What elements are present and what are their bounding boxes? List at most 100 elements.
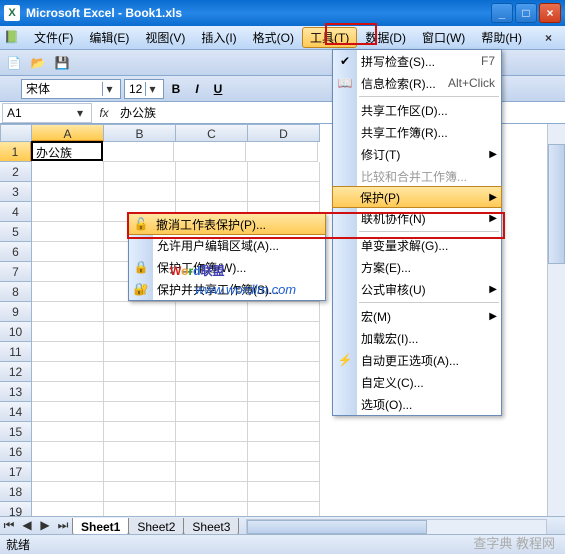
row-header[interactable]: 2 <box>0 162 32 182</box>
menu-macro[interactable]: 宏(M) ▶ <box>333 305 501 327</box>
cell[interactable] <box>248 342 320 362</box>
col-header[interactable]: D <box>248 124 320 142</box>
cell[interactable] <box>32 162 104 182</box>
italic-button[interactable]: I <box>188 79 206 99</box>
tab-prev-icon[interactable]: ◀ <box>18 518 36 536</box>
cell[interactable] <box>248 362 320 382</box>
cell[interactable] <box>104 162 176 182</box>
cell[interactable] <box>104 442 176 462</box>
cell[interactable] <box>176 442 248 462</box>
menu-customize[interactable]: 自定义(C)... <box>333 371 501 393</box>
menu-spellcheck[interactable]: ✔ 拼写检查(S)... F7 <box>333 50 501 72</box>
tab-first-icon[interactable]: ⏮ <box>0 518 18 536</box>
cell[interactable] <box>176 462 248 482</box>
row-header[interactable]: 13 <box>0 382 32 402</box>
cell[interactable] <box>104 362 176 382</box>
chevron-down-icon[interactable]: ▾ <box>102 82 116 96</box>
underline-button[interactable]: U <box>209 79 227 99</box>
cell[interactable] <box>32 422 104 442</box>
cell[interactable] <box>248 322 320 342</box>
close-doc-button[interactable]: × <box>545 31 561 45</box>
menu-online-collab[interactable]: 联机协作(N) ▶ <box>333 207 501 229</box>
cell[interactable] <box>32 302 104 322</box>
menu-formula-auditing[interactable]: 公式审核(U) ▶ <box>333 278 501 300</box>
cell[interactable] <box>32 402 104 422</box>
menu-file[interactable]: 文件(F) <box>26 27 81 48</box>
sheet-tab-3[interactable]: Sheet3 <box>183 518 239 536</box>
cell[interactable] <box>32 442 104 462</box>
row-header[interactable]: 12 <box>0 362 32 382</box>
cell[interactable] <box>32 282 104 302</box>
cell[interactable] <box>176 162 248 182</box>
menu-share-workbook[interactable]: 共享工作簿(R)... <box>333 121 501 143</box>
font-size-select[interactable]: 12 ▾ <box>124 79 164 99</box>
menu-autocorrect[interactable]: ⚡ 自动更正选项(A)... <box>333 349 501 371</box>
cell[interactable] <box>104 382 176 402</box>
row-header[interactable]: 7 <box>0 262 32 282</box>
scroll-thumb[interactable] <box>247 520 426 534</box>
menu-data[interactable]: 数据(D) <box>357 27 414 48</box>
menu-scenarios[interactable]: 方案(E)... <box>333 256 501 278</box>
cell[interactable] <box>32 322 104 342</box>
menu-protect-workbook[interactable]: 🔒 保护工作簿(W)... <box>129 256 325 278</box>
menu-track-changes[interactable]: 修订(T) ▶ <box>333 143 501 165</box>
col-header[interactable]: A <box>32 124 104 142</box>
save-icon[interactable]: 💾 <box>52 53 72 73</box>
menu-research[interactable]: 📖 信息检索(R)... Alt+Click <box>333 72 501 94</box>
menu-format[interactable]: 格式(O) <box>245 27 302 48</box>
menu-view[interactable]: 视图(V) <box>137 27 193 48</box>
menu-tools[interactable]: 工具(T) <box>302 27 357 48</box>
row-header[interactable]: 17 <box>0 462 32 482</box>
row-header[interactable]: 4 <box>0 202 32 222</box>
open-icon[interactable]: 📂 <box>28 53 48 73</box>
cell[interactable] <box>32 482 104 502</box>
cell[interactable] <box>104 462 176 482</box>
fx-button[interactable]: fx <box>94 106 114 120</box>
cell[interactable] <box>176 482 248 502</box>
cell[interactable] <box>176 342 248 362</box>
row-header[interactable]: 8 <box>0 282 32 302</box>
menu-insert[interactable]: 插入(I) <box>193 27 244 48</box>
cell[interactable] <box>104 422 176 442</box>
cell[interactable] <box>32 202 104 222</box>
cell[interactable] <box>32 382 104 402</box>
chevron-down-icon[interactable]: ▾ <box>73 106 87 120</box>
cell[interactable] <box>176 322 248 342</box>
menu-edit[interactable]: 编辑(E) <box>81 27 137 48</box>
menu-window[interactable]: 窗口(W) <box>414 27 473 48</box>
cell[interactable] <box>32 462 104 482</box>
menu-protect[interactable]: 保护(P) ▶ <box>332 186 502 208</box>
cell[interactable] <box>32 222 104 242</box>
row-header[interactable]: 3 <box>0 182 32 202</box>
menu-addins[interactable]: 加载宏(I)... <box>333 327 501 349</box>
cell[interactable] <box>248 162 320 182</box>
menu-share-workspace[interactable]: 共享工作区(D)... <box>333 99 501 121</box>
menu-goal-seek[interactable]: 单变量求解(G)... <box>333 234 501 256</box>
cell[interactable] <box>104 182 176 202</box>
cell[interactable] <box>176 422 248 442</box>
cell[interactable] <box>32 342 104 362</box>
cell[interactable] <box>176 182 248 202</box>
maximize-button[interactable]: □ <box>515 3 537 23</box>
row-header[interactable]: 6 <box>0 242 32 262</box>
cell[interactable] <box>248 422 320 442</box>
col-header[interactable]: B <box>104 124 176 142</box>
cell[interactable] <box>32 242 104 262</box>
scroll-thumb[interactable] <box>548 144 565 264</box>
cell[interactable] <box>32 362 104 382</box>
name-box[interactable]: A1 ▾ <box>2 103 92 123</box>
cell[interactable] <box>176 362 248 382</box>
menu-help[interactable]: 帮助(H) <box>473 27 530 48</box>
cell[interactable] <box>174 142 246 162</box>
cell[interactable] <box>248 182 320 202</box>
cell[interactable] <box>176 402 248 422</box>
row-header[interactable]: 15 <box>0 422 32 442</box>
row-header[interactable]: 14 <box>0 402 32 422</box>
cell[interactable] <box>176 302 248 322</box>
cell[interactable] <box>246 142 318 162</box>
bold-button[interactable]: B <box>167 79 185 99</box>
vertical-scrollbar[interactable] <box>547 124 565 516</box>
new-icon[interactable]: 📄 <box>4 53 24 73</box>
select-all-corner[interactable] <box>0 124 32 142</box>
cell[interactable] <box>104 482 176 502</box>
